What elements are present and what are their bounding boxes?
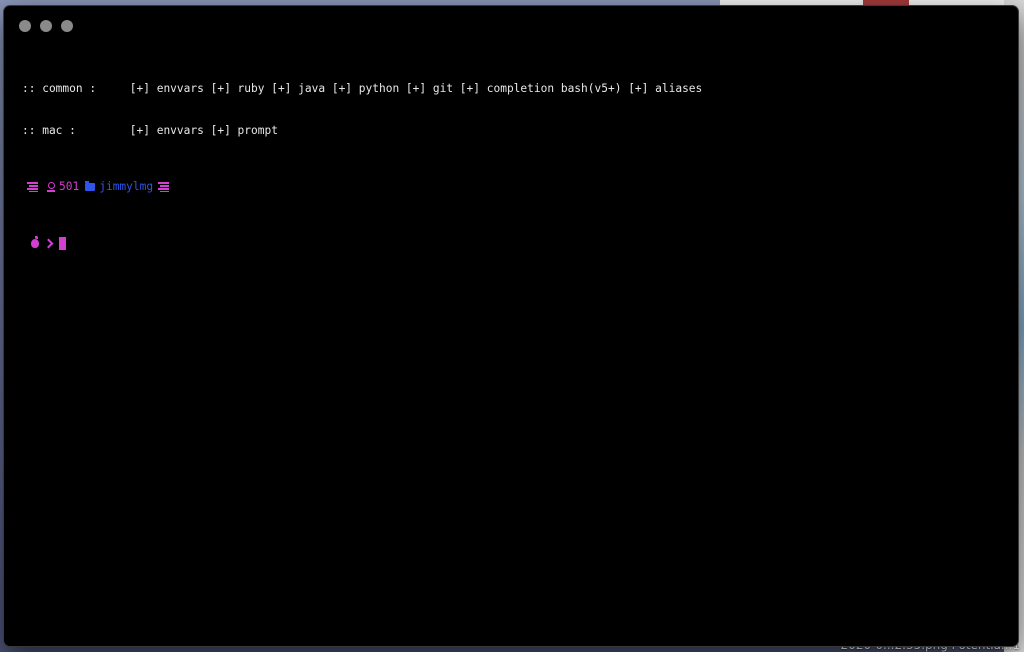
minimize-button[interactable] xyxy=(40,20,52,32)
zoom-button[interactable] xyxy=(61,20,73,32)
prompt-info-line: 501 jimmylmg xyxy=(22,180,1008,194)
current-directory: jimmylmg xyxy=(99,180,154,193)
close-button[interactable] xyxy=(19,20,31,32)
input-prompt-line[interactable] xyxy=(22,235,1008,250)
user-id: 501 xyxy=(59,180,80,193)
output-line: :: common : [+] envvars [+] ruby [+] jav… xyxy=(22,82,703,95)
chevron-right-icon xyxy=(43,238,54,248)
terminal-window[interactable]: :: common : [+] envvars [+] ruby [+] jav… xyxy=(4,6,1018,646)
bars-icon xyxy=(27,182,38,192)
apple-icon xyxy=(31,235,39,248)
terminal-content[interactable]: :: common : [+] envvars [+] ruby [+] jav… xyxy=(22,54,1008,636)
title-bar[interactable] xyxy=(4,6,1018,46)
bars-icon xyxy=(158,182,170,192)
text-cursor[interactable] xyxy=(59,236,66,250)
user-icon xyxy=(47,181,55,193)
folder-icon xyxy=(85,181,96,191)
output-line: :: mac : [+] envvars [+] prompt xyxy=(22,124,278,137)
